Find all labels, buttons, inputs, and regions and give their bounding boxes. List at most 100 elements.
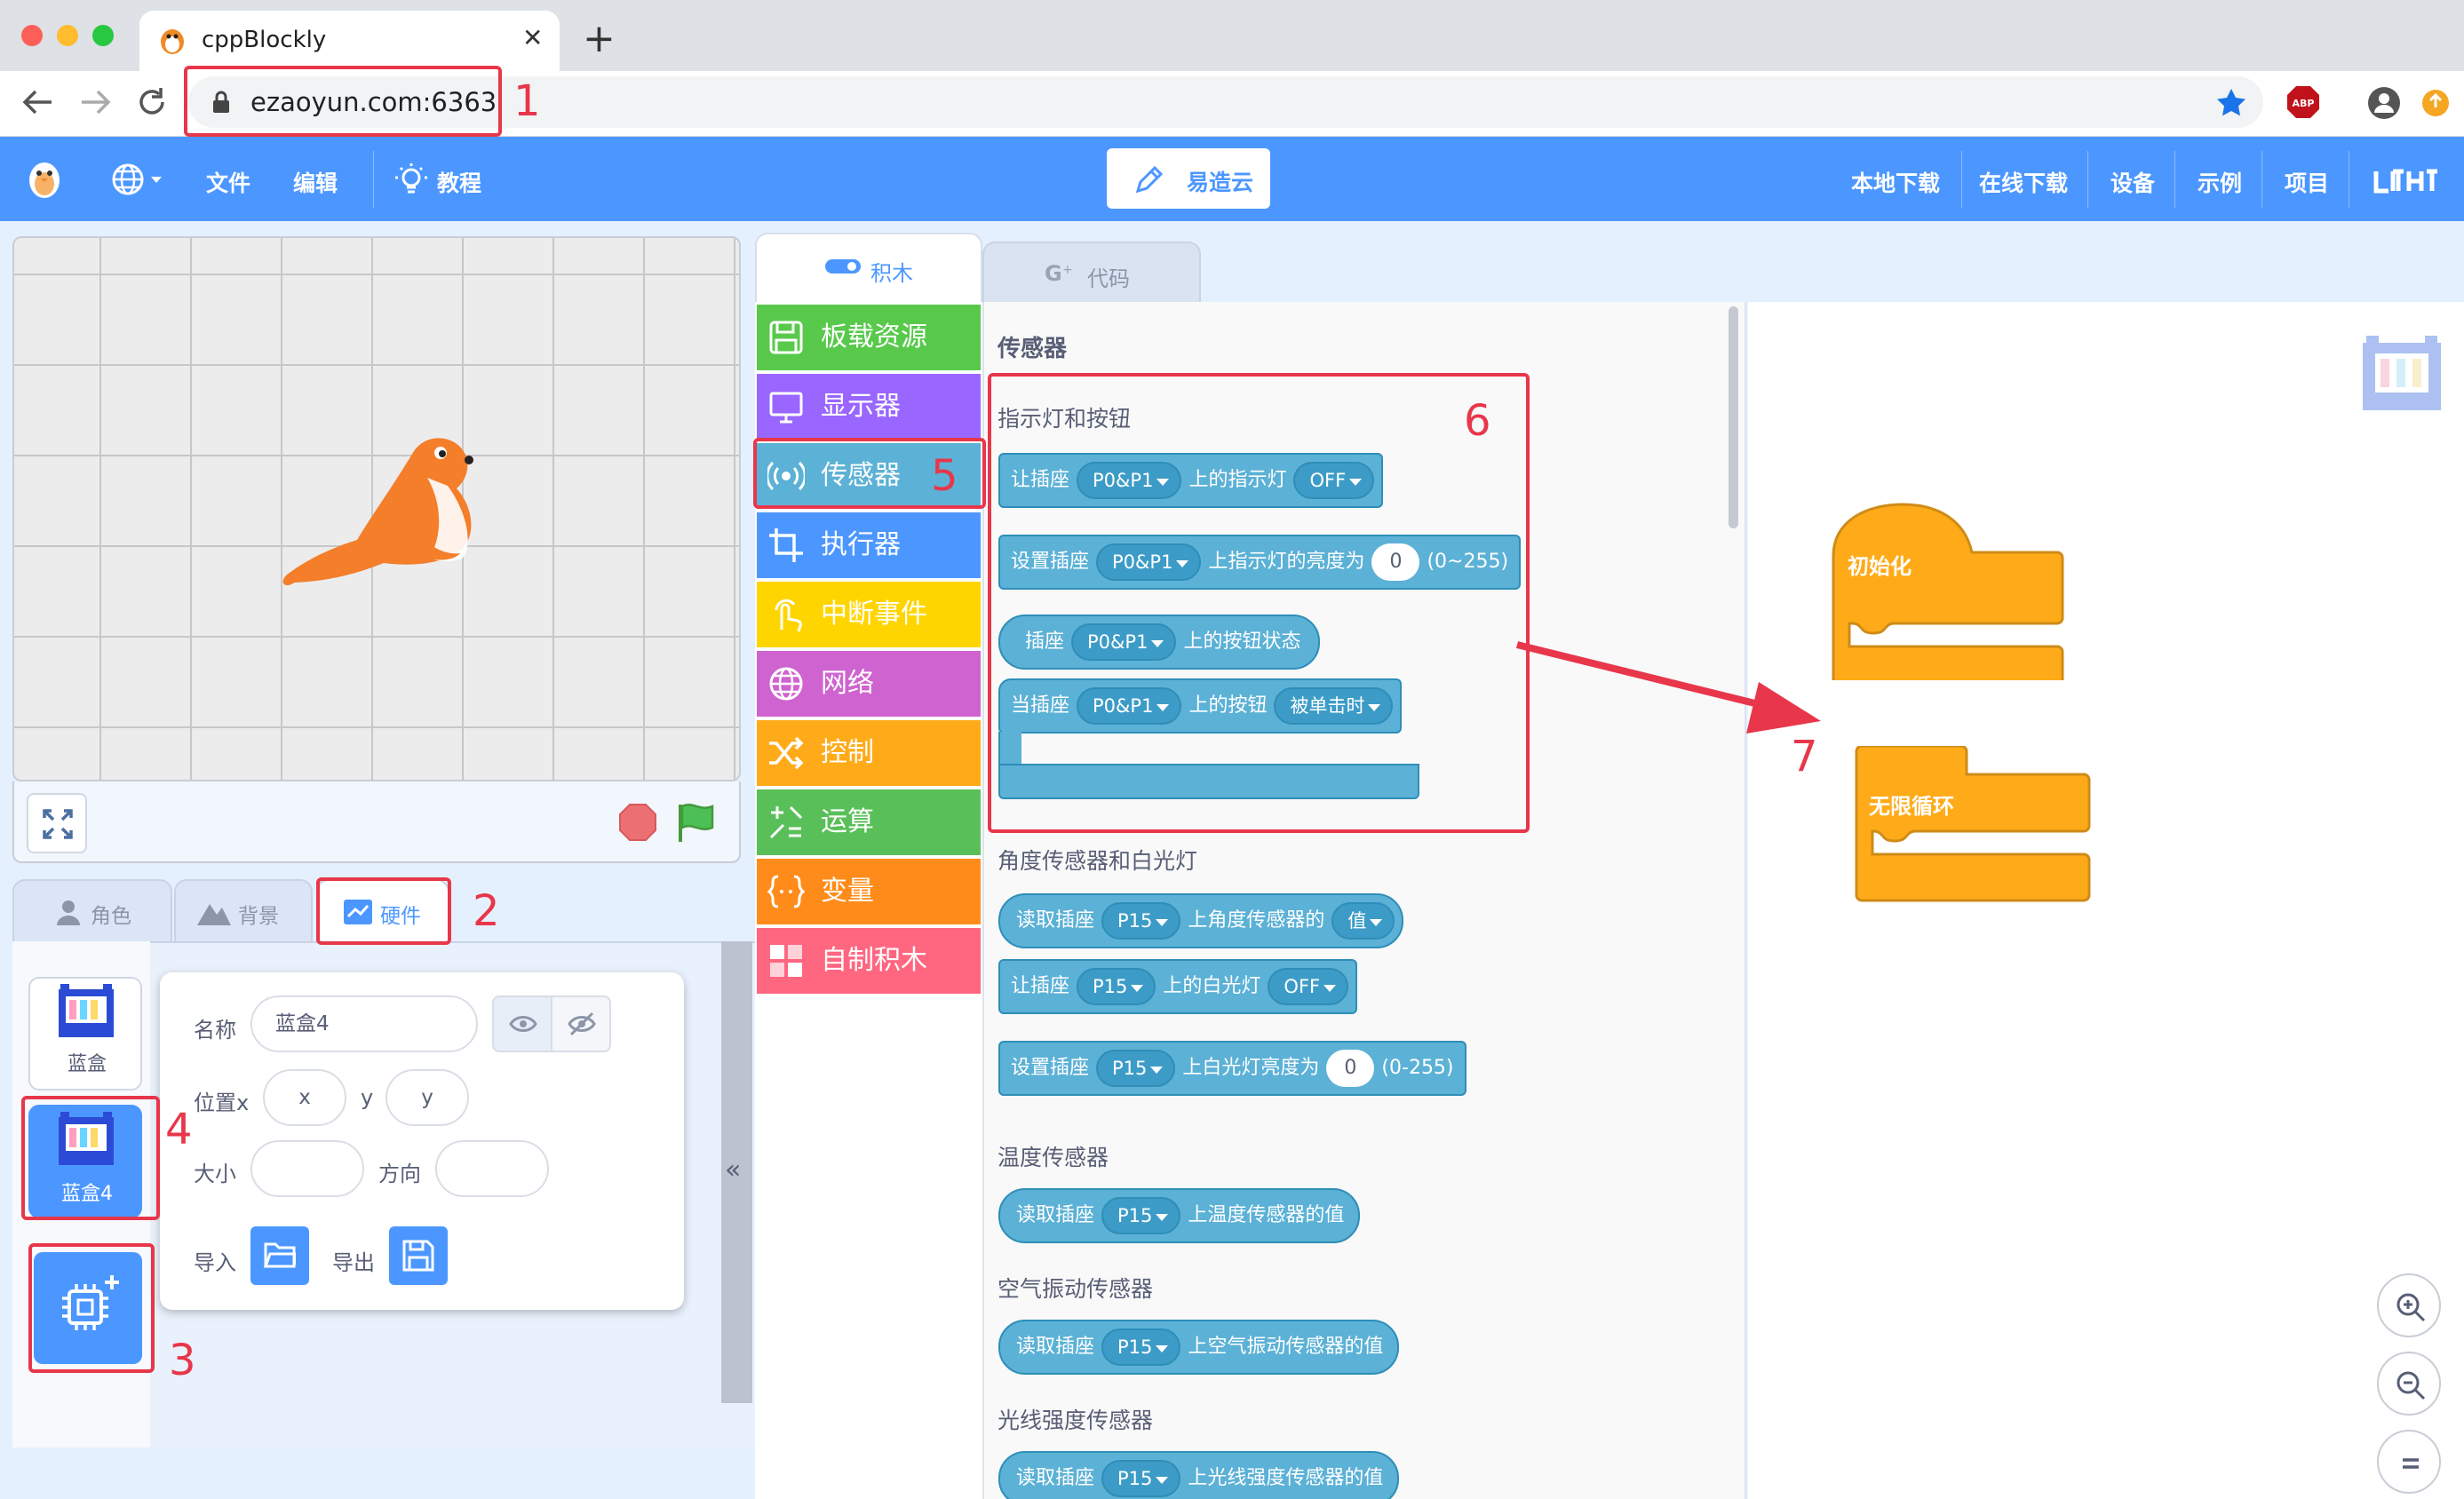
port-dropdown[interactable]: P15 xyxy=(1077,968,1156,1005)
export-button[interactable] xyxy=(389,1226,448,1285)
annotation-box-hardware-tab xyxy=(316,877,451,945)
menu-project[interactable]: 项目 xyxy=(2285,166,2329,198)
section-label: 光线强度传感器 xyxy=(998,1408,1154,1433)
menu-file[interactable]: 文件 xyxy=(206,166,250,198)
green-flag-icon[interactable] xyxy=(673,799,718,844)
collapse-panel-handle[interactable]: « xyxy=(721,941,752,1403)
port-dropdown[interactable]: P15 xyxy=(1101,1328,1181,1366)
menu-examples[interactable]: 示例 xyxy=(2198,166,2242,198)
category-label: 中断事件 xyxy=(821,599,927,630)
tab-blocks[interactable]: 积木 xyxy=(755,233,982,302)
menu-local-download[interactable]: 本地下载 xyxy=(1851,166,1940,198)
position-y-field[interactable]: y xyxy=(385,1069,469,1126)
new-tab-button[interactable]: + xyxy=(583,16,616,61)
annotation-arrow-icon xyxy=(1516,641,1821,734)
port-dropdown[interactable]: P15 xyxy=(1101,902,1181,940)
forward-arrow-icon[interactable] xyxy=(78,87,114,117)
svg-text:G: G xyxy=(1045,261,1062,286)
svg-text:+: + xyxy=(1062,263,1073,277)
zoom-in-button[interactable] xyxy=(2377,1273,2441,1337)
block-set-white-brightness[interactable]: 设置插座 P15 上白光灯亮度为 0 (0-255) xyxy=(998,1041,1466,1096)
menu-tutorial[interactable]: 教程 xyxy=(437,166,481,198)
tab-backdrop[interactable]: 背景 xyxy=(174,879,313,941)
value-dropdown[interactable]: 值 xyxy=(1331,902,1395,940)
port-dropdown[interactable]: P15 xyxy=(1101,1460,1181,1497)
block-read-temperature[interactable]: 读取插座 P15 上温度传感器的值 xyxy=(998,1188,1361,1243)
menu-divider xyxy=(2261,151,2262,208)
number-input[interactable]: 0 xyxy=(1326,1050,1375,1087)
minimize-window-button[interactable] xyxy=(57,25,78,46)
annotation-box-add-hardware xyxy=(28,1243,155,1373)
profile-icon[interactable] xyxy=(2366,85,2402,121)
onoff-dropdown[interactable]: OFF xyxy=(1268,968,1349,1005)
block-forever[interactable] xyxy=(1855,746,2091,920)
maximize-window-button[interactable] xyxy=(92,25,114,46)
bluebox-board-icon xyxy=(59,984,114,1037)
block-read-angle[interactable]: 读取插座 P15 上角度传感器的值 xyxy=(998,893,1404,948)
block-text: 上光线强度传感器的值 xyxy=(1188,1467,1384,1489)
block-text: 设置插座 xyxy=(1011,1057,1090,1079)
block-init[interactable] xyxy=(1832,503,2068,680)
export-label: 导出 xyxy=(332,1250,375,1275)
category-label: 执行器 xyxy=(821,529,901,560)
bookmark-star-icon[interactable] xyxy=(2215,87,2247,117)
tab-title: cppBlockly xyxy=(202,27,327,53)
menu-device[interactable]: 设备 xyxy=(2110,166,2155,198)
cloud-button-label: 易造云 xyxy=(1187,170,1254,195)
category-label: 自制积木 xyxy=(821,945,927,976)
tab-code[interactable]: G + 代码 xyxy=(982,242,1201,302)
section-label: 温度传感器 xyxy=(998,1145,1109,1170)
stop-icon[interactable] xyxy=(618,803,657,842)
app-logo-icon[interactable] xyxy=(25,156,64,201)
block-text: 上白光灯亮度为 xyxy=(1182,1057,1320,1079)
extension-update-icon[interactable] xyxy=(2421,89,2450,117)
menu-divider xyxy=(373,151,374,208)
stage-canvas[interactable] xyxy=(12,236,741,781)
size-field[interactable] xyxy=(250,1140,364,1197)
position-y-label: y xyxy=(361,1085,374,1110)
category-label: 板载资源 xyxy=(821,321,927,353)
tab-sprite[interactable]: 角色 xyxy=(12,879,172,941)
category-label: 运算 xyxy=(821,806,874,837)
section-label: 角度传感器和白光灯 xyxy=(998,848,1198,874)
palette-scrollbar[interactable] xyxy=(1729,306,1738,528)
direction-field[interactable] xyxy=(435,1140,549,1197)
language-globe-icon[interactable] xyxy=(110,162,169,197)
back-arrow-icon[interactable] xyxy=(20,87,55,117)
port-dropdown[interactable]: P15 xyxy=(1101,1197,1181,1234)
brand-logo-icon xyxy=(2373,169,2437,194)
tab-backdrop-label: 背景 xyxy=(238,905,279,928)
block-text: 上温度传感器的值 xyxy=(1188,1204,1345,1226)
close-window-button[interactable] xyxy=(21,25,43,46)
section-label: 空气振动传感器 xyxy=(998,1276,1154,1302)
import-button[interactable] xyxy=(250,1226,309,1285)
braces-icon xyxy=(767,875,805,908)
adblock-icon[interactable]: ABP xyxy=(2286,85,2320,119)
menu-divider xyxy=(2087,151,2088,208)
position-x-field[interactable]: x xyxy=(263,1069,346,1126)
menu-edit[interactable]: 编辑 xyxy=(293,166,338,198)
block-set-white-light[interactable]: 让插座 P15 上的白光灯 OFF xyxy=(998,959,1358,1014)
annotation-number: 3 xyxy=(169,1336,196,1385)
fullscreen-button[interactable] xyxy=(27,793,87,853)
category-label: 网络 xyxy=(821,668,874,699)
hide-button[interactable] xyxy=(551,995,611,1052)
close-tab-icon[interactable]: ✕ xyxy=(522,23,543,52)
annotation-number: 7 xyxy=(1791,732,1818,781)
annotation-number: 6 xyxy=(1464,396,1491,446)
sprite-thumb-bluebox[interactable]: 蓝盒 xyxy=(28,977,142,1091)
person-icon xyxy=(57,900,80,925)
collapse-chevron-icon: « xyxy=(725,1154,742,1186)
block-read-vibration[interactable]: 读取插座 P15 上空气振动传感器的值 xyxy=(998,1320,1400,1375)
crop-icon xyxy=(769,528,803,562)
reload-icon[interactable] xyxy=(135,85,169,119)
show-button[interactable] xyxy=(492,995,552,1052)
name-field[interactable]: 蓝盒4 xyxy=(250,995,478,1052)
port-dropdown[interactable]: P15 xyxy=(1096,1050,1176,1087)
menu-online-download[interactable]: 在线下载 xyxy=(1979,166,2068,198)
block-read-light[interactable]: 读取插座 P15 上光线强度传感器的值 xyxy=(998,1451,1400,1499)
zoom-out-button[interactable] xyxy=(2377,1352,2441,1416)
seal-sprite-icon[interactable] xyxy=(272,416,494,593)
zoom-reset-button[interactable] xyxy=(2377,1430,2441,1494)
save-icon xyxy=(402,1240,434,1272)
